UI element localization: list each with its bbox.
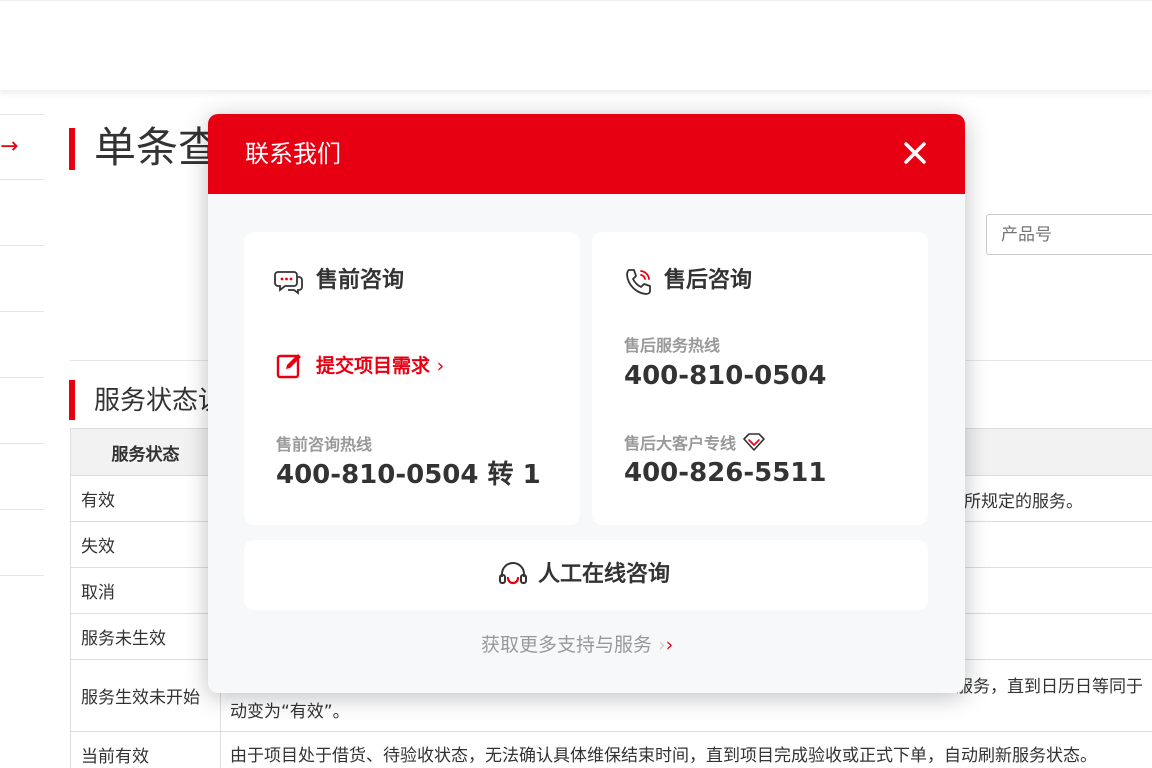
- contact-us-modal: 联系我们 售前咨询 提交项目需求 › 售前咨询热线 400-810-0504 转…: [208, 114, 965, 693]
- product-number-input[interactable]: [986, 214, 1152, 255]
- online-consult-label: 人工在线咨询: [538, 562, 671, 587]
- status-cell: 服务未生效: [70, 613, 221, 660]
- aftersales-hotline-label: 售后服务热线: [624, 336, 721, 355]
- edit-icon: [276, 354, 301, 379]
- status-cell: 服务生效未开始: [70, 659, 221, 732]
- headset-icon: [499, 562, 527, 585]
- desc-text: 所规定的服务。: [964, 492, 1083, 512]
- table-header-status: 服务状态: [70, 428, 221, 476]
- presales-title: 售前咨询: [316, 268, 405, 293]
- vip-hotline-label: 售后大客户专线: [624, 432, 766, 455]
- chevron-right-icon: ›: [658, 634, 666, 656]
- top-header: [0, 0, 1152, 90]
- more-support-label: 获取更多支持与服务: [481, 634, 653, 656]
- submit-project-label: 提交项目需求: [316, 355, 431, 377]
- presales-hotline: 400-810-0504 转 1: [276, 460, 541, 490]
- online-consult-button[interactable]: 人工在线咨询: [244, 540, 928, 610]
- sidebar: →: [0, 114, 44, 576]
- diamond-icon: [742, 433, 765, 451]
- phone-icon: [626, 269, 651, 295]
- status-cell: 失效: [70, 521, 221, 568]
- modal-title: 联系我们: [245, 140, 341, 168]
- sidebar-item-6[interactable]: [0, 444, 44, 510]
- sidebar-item-1[interactable]: →: [0, 114, 44, 180]
- chevron-right-icon: ›: [665, 634, 674, 656]
- status-cell: 有效: [70, 475, 221, 522]
- sidebar-item-2[interactable]: [0, 180, 44, 246]
- sidebar-item-5[interactable]: [0, 378, 44, 444]
- chevron-right-icon: ›: [436, 355, 445, 377]
- aftersales-title: 售后咨询: [664, 268, 753, 293]
- close-button[interactable]: [898, 136, 932, 170]
- presales-hotline-label: 售前咨询热线: [276, 435, 373, 454]
- desc-text: 由于项目处于借货、待验收状态，无法确认具体维保结束时间，直到项目完成验收或正式下…: [230, 746, 1097, 766]
- presales-card: 售前咨询 提交项目需求 › 售前咨询热线 400-810-0504 转 1: [244, 232, 580, 525]
- more-support-link[interactable]: 获取更多支持与服务 ››: [481, 632, 673, 658]
- status-cell: 取消: [70, 567, 221, 614]
- submit-project-link[interactable]: 提交项目需求 ›: [316, 353, 444, 379]
- sidebar-item-7[interactable]: [0, 510, 44, 576]
- sidebar-item-3[interactable]: [0, 246, 44, 312]
- desc-text: 服务，直到日历日等同于: [956, 677, 1143, 697]
- page-title: 单条查: [94, 123, 221, 172]
- arrow-right-icon: →: [0, 134, 19, 159]
- sidebar-item-4[interactable]: [0, 312, 44, 378]
- chat-bubbles-icon: [274, 271, 303, 295]
- vip-hotline: 400-826-5511: [624, 458, 827, 488]
- desc-text: 动变为“有效”。: [230, 702, 350, 722]
- close-icon: [904, 142, 926, 164]
- aftersales-hotline: 400-810-0504: [624, 361, 827, 391]
- title-accent-bar: [69, 128, 75, 170]
- section-accent-bar: [69, 380, 75, 420]
- modal-header: 联系我们: [208, 114, 965, 194]
- status-cell: 当前有效: [70, 731, 221, 768]
- aftersales-card: 售后咨询 售后服务热线 400-810-0504 售后大客户专线 400-826…: [592, 232, 928, 525]
- vip-hotline-label-text: 售后大客户专线: [624, 434, 737, 453]
- section-title: 服务状态说: [94, 386, 225, 416]
